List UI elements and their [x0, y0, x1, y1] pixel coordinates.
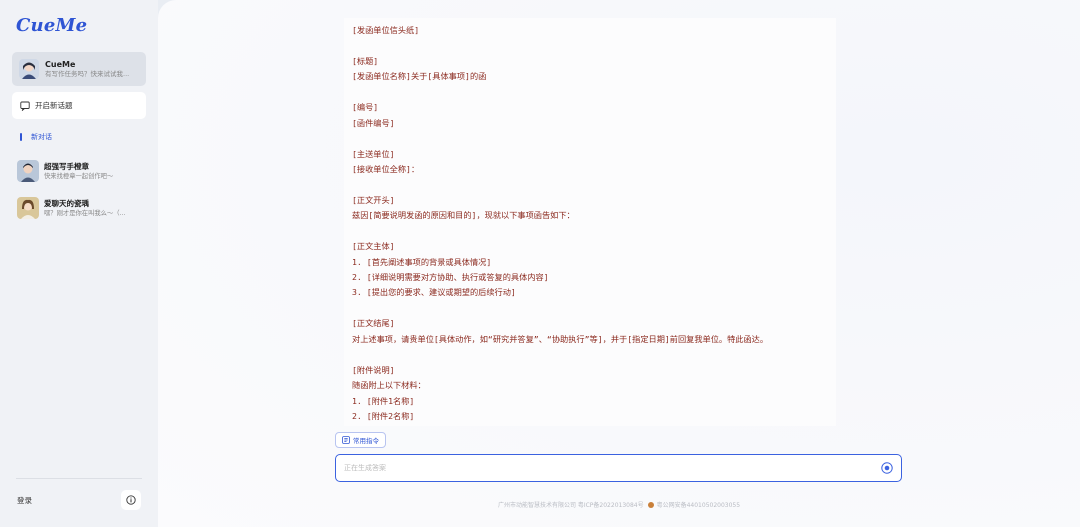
- assistant-subtitle: 有写作任务吗？快来试试我...: [45, 70, 130, 78]
- info-icon: [126, 495, 136, 505]
- section-label-text: 新对话: [31, 133, 52, 141]
- document-line: 1. [附件1名称]: [352, 395, 415, 406]
- assistant-name: CueMe: [45, 60, 76, 69]
- sidebar: CueMe CueMe 有写作任务吗？快来试试我... 开启新话题 新对话 超强…: [0, 0, 158, 527]
- new-topic-button[interactable]: 开启新话题: [12, 92, 146, 119]
- chat-input-box[interactable]: [335, 454, 902, 482]
- sidebar-divider: [16, 478, 142, 479]
- document-line: 2. [详细说明需要对方协助、执行或答复的具体内容]: [352, 272, 549, 282]
- chat-input[interactable]: [344, 464, 864, 472]
- common-commands-label: 常用指令: [353, 437, 379, 445]
- document-line: 随函附上以下材料：: [352, 380, 426, 391]
- document-line: [发函单位信头纸]: [352, 25, 420, 35]
- logo: CueMe: [16, 15, 88, 36]
- document-line: [主送单位]: [352, 148, 395, 159]
- footer-police[interactable]: 粤公网安备44010502003055: [657, 500, 740, 509]
- login-link[interactable]: 登录: [17, 495, 32, 506]
- current-assistant-card[interactable]: CueMe 有写作任务吗？快来试试我...: [12, 52, 146, 86]
- conversation-title: 超强写手橙章: [44, 161, 89, 171]
- document-line: 3. [提出您的要求、建议或期望的后续行动]: [352, 287, 516, 298]
- footer-icp[interactable]: 广州市动能智慧技术有限公司 粤ICP备2022013084号: [498, 500, 644, 509]
- new-chat-icon: [20, 101, 30, 111]
- conversation-item[interactable]: 超强写手橙章 快来找橙章一起创作吧～: [17, 159, 147, 183]
- document-line: [标题]: [352, 55, 379, 66]
- document-line: [正文结尾]: [352, 318, 395, 329]
- police-badge-icon: [647, 501, 654, 508]
- conversation-avatar: [17, 160, 39, 182]
- command-icon: [342, 436, 350, 444]
- main-panel: [发函单位信头纸] [标题] [发函单位名称]关于[具体事项]的函 [编号] [函件编号…: [158, 0, 1080, 527]
- document-line: 兹因[简要说明发函的原因和目的]，现就以下事项函告如下：: [352, 210, 575, 221]
- info-button[interactable]: [121, 490, 141, 510]
- document-line: [正文主体]: [352, 241, 395, 252]
- conversation-avatar: [17, 197, 39, 219]
- conversation-title: 爱聊天的瓷瑀: [44, 198, 89, 208]
- assistant-avatar: [19, 59, 39, 79]
- document-line: [正文开头]: [352, 194, 395, 205]
- document-line: 对上述事项，请贵单位[具体动作，如“研究并答复”、“协助执行”等]，并于[指定日…: [352, 333, 769, 344]
- response-document: [发函单位信头纸] [标题] [发函单位名称]关于[具体事项]的函 [编号] [函件编号…: [344, 18, 836, 426]
- new-topic-label: 开启新话题: [35, 101, 73, 110]
- document-line: [函件编号]: [352, 117, 395, 128]
- document-line: 2. [附件2名称]: [352, 410, 415, 421]
- section-indicator: [20, 133, 22, 141]
- document-line: [发函单位名称]关于[具体事项]的函: [352, 71, 487, 82]
- document-line: [附件说明]: [352, 364, 395, 375]
- document-line: [接收单位全称]：: [352, 163, 420, 174]
- stop-generating-icon[interactable]: [881, 462, 893, 474]
- common-commands-button[interactable]: 常用指令: [335, 432, 386, 448]
- footer: 广州市动能智慧技术有限公司 粤ICP备2022013084号 粤公网安备4401…: [158, 500, 1080, 509]
- conversation-subtitle: 嘿？刚才是你在叫我么～（...: [44, 209, 126, 217]
- document-line: [编号]: [352, 102, 379, 113]
- section-label: 新对话: [20, 132, 52, 142]
- conversation-subtitle: 快来找橙章一起创作吧～: [44, 172, 114, 180]
- document-line: 1. [首先阐述事项的背景或具体情况]: [352, 256, 492, 267]
- conversation-item[interactable]: 爱聊天的瓷瑀 嘿？刚才是你在叫我么～（...: [17, 196, 147, 220]
